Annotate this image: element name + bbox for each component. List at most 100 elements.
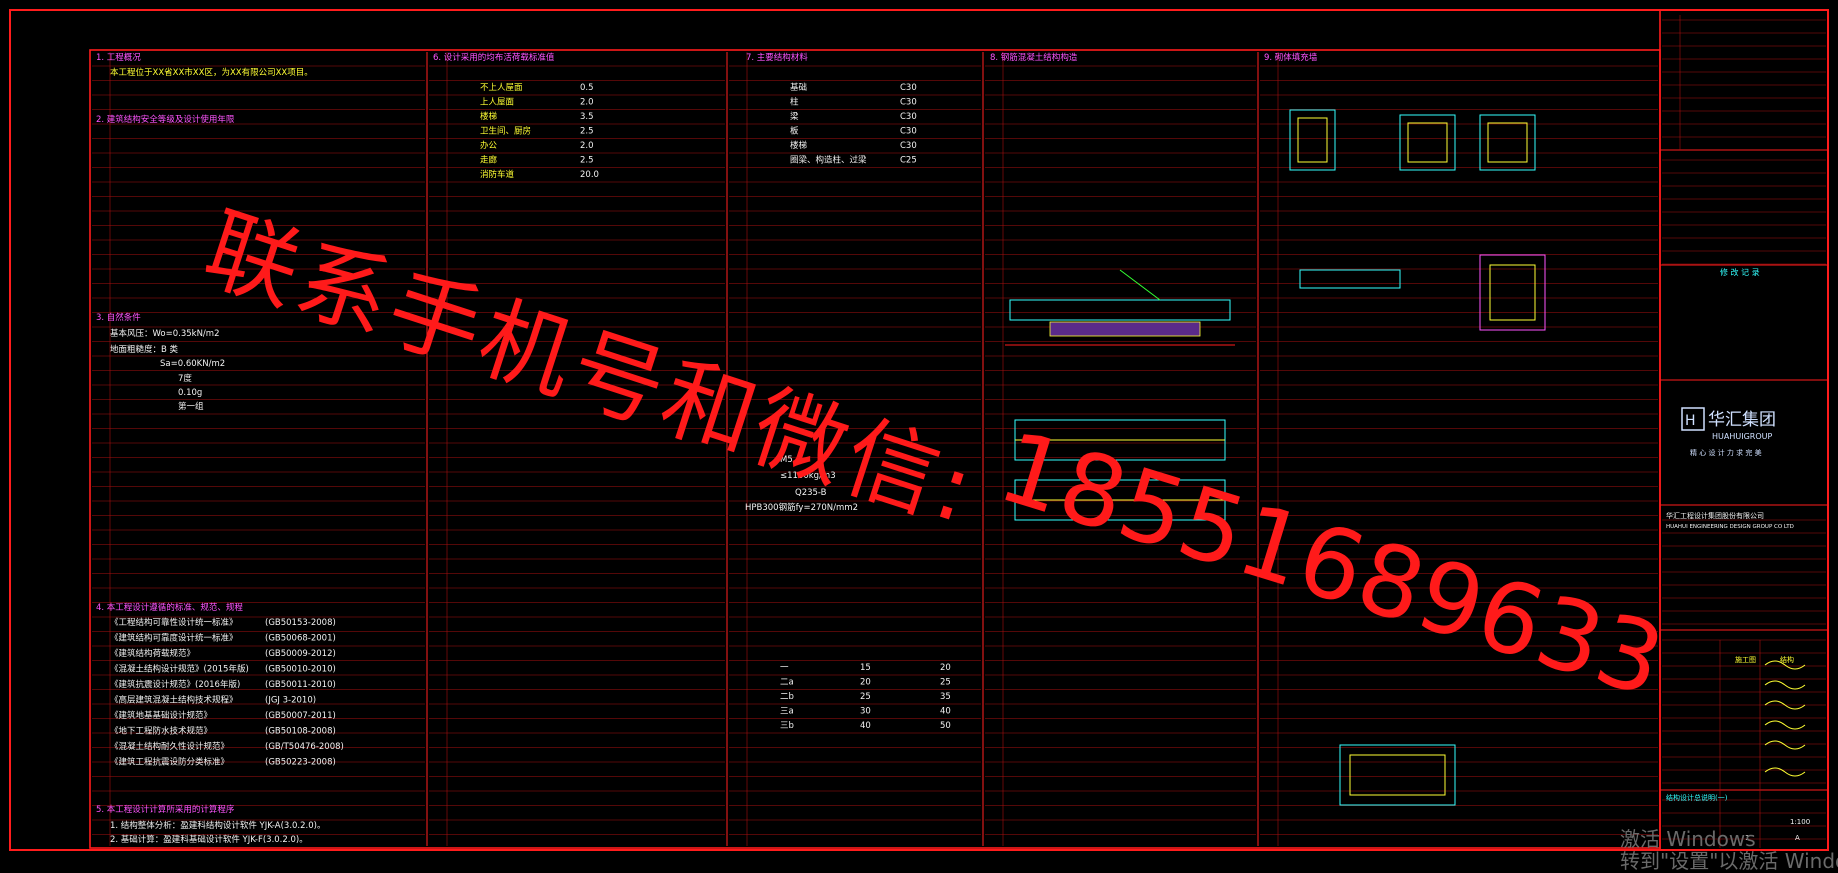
code-name: 《混凝土结构设计规范》(2015年版) — [110, 664, 249, 675]
software-line-2: 2. 基础计算：盈建科基础设计软件 YJK-F(3.0.2.0)。 — [110, 834, 308, 845]
code-name: 《工程结构可靠性设计统一标准》 — [110, 617, 238, 628]
concrete-part: 板 — [790, 126, 799, 137]
code-name: 《建筑结构可靠度设计统一标准》 — [110, 633, 238, 644]
beam-detail-drawing — [1014, 419, 1226, 521]
cover-beam: 50 — [940, 721, 951, 731]
load-use: 楼梯 — [480, 111, 498, 122]
code-name: 《建筑抗震设计规范》(2016年版) — [110, 679, 240, 690]
concrete-part: 圈梁、构造柱、过梁 — [790, 155, 867, 166]
software-line-1: 1. 结构整体分析：盈建科结构设计软件 YJK-A(3.0.2.0)。 — [110, 820, 325, 831]
code-number: (GB50011-2010) — [265, 680, 336, 690]
load-use: 卫生间、厨房 — [480, 126, 531, 137]
cover-beam: 40 — [940, 707, 951, 717]
concrete-part: 楼梯 — [790, 140, 808, 151]
revision-title: 修 改 记 录 — [1720, 267, 1760, 277]
drawing-border — [9, 9, 1829, 851]
cover-table: 一 15 20 二a 20 25 二b 25 35 三a 30 40 三b 40 50 — [780, 663, 951, 731]
section-7-heading: 7. 主要结构材料 — [746, 52, 808, 63]
load-value: 2.0 — [580, 141, 594, 151]
cad-drawing-canvas[interactable]: 1. 工程概况 本工程位于XX省XX市XX区，为XX有限公司XX项目。 2. 建… — [0, 0, 1838, 865]
code-name: 《地下工程防水技术规范》 — [110, 726, 212, 737]
cover-slab: 40 — [860, 721, 871, 731]
cover-beam: 20 — [940, 663, 951, 673]
cover-env: 二a — [780, 678, 794, 688]
concrete-grade: C30 — [900, 98, 917, 108]
section-4-heading: 4. 本工程设计遵循的标准、规范、规程 — [96, 602, 243, 613]
code-number: (GB50009-2012) — [265, 649, 336, 659]
cover-env: 三b — [780, 721, 794, 731]
wind-pressure: 基本风压：Wo=0.35kN/m2 — [110, 328, 220, 339]
code-number: (GB/T50476-2008) — [265, 742, 344, 752]
cover-slab: 20 — [860, 678, 871, 688]
cover-slab: 30 — [860, 707, 871, 717]
column-3-materials: 7. 主要结构材料 基础 C30 柱 C30 梁 C30 板 C30 楼梯 C30 圈梁、构造柱、过… — [745, 52, 951, 731]
section-3-heading: 3. 自然条件 — [96, 312, 141, 323]
cover-beam: 25 — [940, 678, 951, 688]
seismic-group: 第一组 — [178, 401, 204, 412]
drawing-name: 结构设计总说明(一) — [1666, 793, 1728, 802]
seismic-acceleration: 0.10g — [178, 388, 202, 398]
seismic-intensity: 7度 — [178, 373, 192, 384]
code-name: 《高层建筑混凝土结构技术规程》 — [110, 695, 238, 706]
load-use: 办公 — [480, 140, 498, 151]
code-number: (GB50108-2008) — [265, 727, 336, 737]
hpb-rebar: HPB300钢筋fy=270N/mm2 — [745, 502, 858, 513]
section-5-heading: 5. 本工程设计计算所采用的计算程序 — [96, 804, 235, 815]
company-name-en: HUAHUI ENGINEERING DESIGN GROUP CO LTD — [1666, 524, 1794, 530]
load-value: 2.5 — [580, 127, 594, 137]
section-6-heading: 6. 设计采用的均布活荷载标准值 — [433, 52, 555, 63]
code-number: (JGJ 3-2010) — [265, 696, 316, 706]
code-list: 《工程结构可靠性设计统一标准》 (GB50153-2008) 《建筑结构可靠度设计统… — [110, 617, 344, 768]
column-dividers — [426, 52, 1259, 846]
load-value: 20.0 — [580, 170, 599, 180]
code-name: 《建筑工程抗震设防分类标准》 — [110, 757, 229, 768]
windows-activation-overlay: 激活 Windows 转到"设置"以激活 Windows。 — [1620, 828, 1838, 872]
code-number: (GB50153-2008) — [265, 618, 336, 628]
code-number: (GB50010-2010) — [265, 665, 336, 675]
load-value: 3.5 — [580, 112, 594, 122]
concrete-part: 柱 — [790, 97, 799, 108]
joint-detail-drawing — [1005, 269, 1235, 346]
section-8-heading: 8. 钢筋混凝土结构构造 — [990, 52, 1078, 63]
load-use: 消防车道 — [480, 169, 515, 180]
snow-pressure: Sa=0.60KN/m2 — [160, 359, 225, 369]
concrete-part: 基础 — [790, 82, 807, 93]
load-use: 走廊 — [480, 155, 498, 166]
cover-beam: 35 — [940, 692, 951, 702]
column-2-loads: 6. 设计采用的均布活荷载标准值 不上人屋面 0.5 上人屋面 2.0 楼梯 3.5 卫生间… — [433, 52, 599, 180]
company-logo: H 华汇集团 HUAHUIGROUP 精 心 设 计 力 求 完 美 — [1681, 407, 1776, 457]
block-density: ≤1100kg/m3 — [780, 471, 836, 481]
cover-slab: 15 — [860, 663, 871, 673]
svg-text:HUAHUIGROUP: HUAHUIGROUP — [1712, 432, 1772, 441]
concrete-grade: C30 — [900, 83, 917, 93]
cover-env: 一 — [780, 663, 789, 673]
activation-subtitle: 转到"设置"以激活 Windows。 — [1620, 849, 1838, 873]
title-block: 修 改 记 录 H 华汇集团 HUAHUIGROUP 精 心 设 计 力 求 完… — [1660, 15, 1828, 848]
code-number: (GB50068-2001) — [265, 634, 336, 644]
load-value: 2.0 — [580, 98, 594, 108]
cover-slab: 25 — [860, 692, 871, 702]
section-1-heading: 1. 工程概况 — [96, 52, 141, 63]
column-1-general-info: 1. 工程概况 本工程位于XX省XX市XX区，为XX有限公司XX项目。 2. 建… — [96, 52, 344, 845]
code-name: 《建筑地基基础设计规范》 — [110, 710, 212, 721]
column-4-details: 8. 钢筋混凝土结构构造 — [990, 52, 1235, 521]
load-value: 0.5 — [580, 83, 594, 93]
section-2-heading: 2. 建筑结构安全等级及设计使用年限 — [96, 114, 235, 125]
ground-roughness: 地面粗糙度：B 类 — [110, 344, 179, 355]
concrete-grade: C30 — [900, 127, 917, 137]
load-use: 上人屋面 — [480, 98, 515, 108]
concrete-grade: C30 — [900, 112, 917, 122]
company-name-cn: 华汇工程设计集团股份有限公司 — [1666, 511, 1764, 520]
load-value: 2.5 — [580, 156, 594, 166]
load-use: 不上人屋面 — [480, 83, 523, 93]
cover-env: 二b — [780, 692, 794, 702]
project-location-note: 本工程位于XX省XX市XX区，为XX有限公司XX项目。 — [110, 67, 313, 78]
design-stage: 施工图 — [1735, 655, 1756, 664]
cover-env: 三a — [780, 707, 794, 717]
section-9-heading: 9. 砌体填充墙 — [1264, 52, 1318, 63]
svg-text:华汇集团: 华汇集团 — [1708, 410, 1776, 430]
code-number: (GB50007-2011) — [265, 711, 336, 721]
steel-grade: Q235-B — [795, 488, 827, 498]
code-number: (GB50223-2008) — [265, 758, 336, 768]
signatures — [1764, 660, 1806, 777]
